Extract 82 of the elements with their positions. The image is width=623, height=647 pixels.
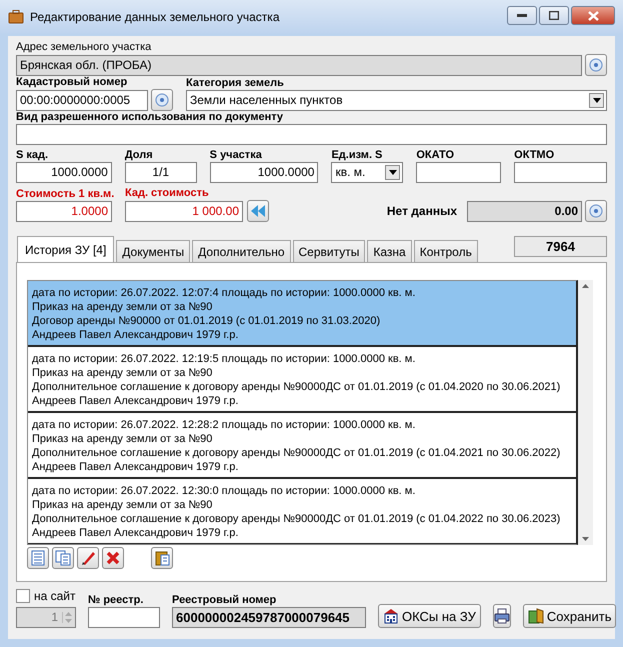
text-field[interactable]: 1000.0000 — [16, 162, 112, 183]
history-record[interactable]: дата по истории: 26.07.2022. 12:28:2 площадь по истории: 1000.0000 кв. м. Приказ на аренду земли от за №90 Дополнительное соглашение к договору аренды №90000ДС от 01.01.2019 (с 01.04.2021 по 30.06.2022) Андреев Павел Александрович 1979 г.р. — [28, 413, 576, 479]
unit-dropdown[interactable]: кв. м. — [331, 162, 404, 183]
checkbox-label: на сайт — [34, 589, 76, 603]
spin-down-icon — [65, 619, 72, 623]
field-label: Нет данных — [386, 204, 457, 218]
registry-no-field[interactable] — [88, 607, 160, 628]
history-record[interactable]: дата по истории: 26.07.2022. 12:07:4 площадь по истории: 1000.0000 кв. м. Приказ на аренду земли от за №90 Договор аренды №90000 от 01.01.2019 (с 01.01.2019 по 31.03.2020) Андреев Павел Александрович 1979 г.р. — [28, 281, 576, 347]
field-label: Ед.изм. S — [331, 149, 384, 162]
copy-button[interactable] — [52, 547, 74, 569]
paste-button[interactable] — [151, 547, 173, 569]
tab[interactable]: Контроль — [414, 240, 478, 262]
text-field[interactable] — [416, 162, 502, 183]
pencil-icon — [80, 550, 96, 566]
documents-icon — [55, 550, 71, 566]
tab[interactable]: Казна — [367, 240, 412, 262]
cross-icon — [105, 550, 121, 566]
registry-number-field[interactable]: 600000002459787000079645 — [172, 607, 366, 628]
lookup-button[interactable] — [585, 54, 607, 76]
briefcase-icon — [8, 9, 24, 25]
field-label: Адрес земельного участка — [16, 41, 152, 54]
maximize-icon — [549, 11, 559, 20]
tab[interactable]: Сервитуты — [292, 240, 366, 262]
lookup-button[interactable] — [151, 89, 173, 111]
caret-icon — [388, 170, 397, 175]
document-icon — [30, 550, 46, 566]
field-label: S кад. — [16, 149, 50, 162]
minimize-icon — [517, 14, 527, 18]
field-label: ОКТМО — [514, 149, 556, 162]
oks-button[interactable]: ОКСы на ЗУ — [378, 604, 481, 628]
double-arrow-left-icon — [251, 205, 265, 217]
scroll-up-icon — [582, 284, 589, 288]
history-record[interactable]: дата по истории: 26.07.2022. 12:19:5 площадь по истории: 1000.0000 кв. м. Приказ на аренду земли от за №90 Дополнительное соглашение к договору аренды №90000ДС от 01.01.2019 (с 01.04.2020 по 30.06.2021) Андреев Павел Александрович 1979 г.р. — [28, 347, 576, 413]
clipboard-icon — [154, 550, 170, 566]
rewind-button[interactable] — [247, 200, 269, 222]
save-button[interactable]: Сохранить — [522, 604, 616, 628]
text-field[interactable] — [514, 162, 607, 183]
field-label: Реестровый номер — [172, 594, 278, 607]
building-icon — [383, 608, 399, 624]
cadastral-cost-field[interactable]: 1 000.00 — [125, 201, 243, 222]
window-title: Редактирование данных земельного участка — [30, 10, 280, 24]
lookup-button[interactable] — [585, 200, 607, 222]
disc-icon — [589, 58, 603, 72]
scrollbar[interactable] — [578, 280, 593, 545]
printer-icon — [494, 608, 510, 624]
maximize-button[interactable] — [539, 6, 569, 25]
caret-icon — [592, 98, 600, 103]
spin-up-icon — [65, 612, 72, 616]
land-category-dropdown[interactable]: Земли населенных пунктов — [186, 90, 607, 111]
address-field[interactable]: Брянская обл. (ПРОБА) — [16, 54, 582, 76]
cost-field[interactable]: 1.0000 — [16, 201, 112, 222]
amount-field[interactable]: 0.00 — [467, 200, 582, 222]
tab[interactable]: История ЗУ [4] — [17, 236, 114, 262]
field-label: Вид разрешенного использования по документу — [16, 111, 284, 124]
disc-icon — [155, 93, 169, 107]
disc-icon — [589, 204, 603, 218]
close-icon — [588, 10, 598, 20]
permitted-use-field[interactable] — [16, 124, 607, 145]
tab[interactable]: Дополнительно — [192, 240, 291, 262]
print-button[interactable] — [492, 604, 511, 628]
scroll-down-icon — [582, 537, 589, 541]
cadastral-number-field[interactable]: 00:00:0000000:0005 — [16, 90, 148, 110]
close-button[interactable] — [571, 6, 615, 25]
field-label: S участка — [210, 149, 263, 162]
checkbox[interactable] — [16, 589, 30, 603]
field-label: ОКАТО — [416, 149, 455, 162]
text-field[interactable]: 1/1 — [124, 162, 197, 183]
history-record[interactable]: дата по истории: 26.07.2022. 12:30:0 площадь по истории: 1000.0000 кв. м. Приказ на аренду земли от за №90 Дополнительное соглашение к договору аренды №90000ДС от 01.01.2019 (с 01.04.2022 по 30.06.2023) Андреев Павел Александрович 1979 г.р. — [28, 479, 576, 544]
field-label: Кадастровый номер — [16, 76, 128, 89]
tab[interactable]: Документы — [116, 240, 190, 262]
save-icon — [528, 608, 544, 624]
delete-button[interactable] — [102, 547, 124, 569]
edit-button[interactable] — [77, 547, 99, 569]
minimize-button[interactable] — [507, 6, 537, 25]
text-field[interactable]: 1000.0000 — [210, 162, 318, 183]
field-label: Доля — [124, 149, 154, 162]
field-label: № реестр. — [88, 594, 144, 607]
field-label: Стоимость 1 кв.м. — [16, 188, 112, 201]
field-label: Кад. стоимость — [125, 187, 210, 200]
record-id: 7964 — [514, 236, 607, 257]
field-label: Категория земель — [186, 77, 285, 90]
add-button[interactable] — [27, 547, 49, 569]
